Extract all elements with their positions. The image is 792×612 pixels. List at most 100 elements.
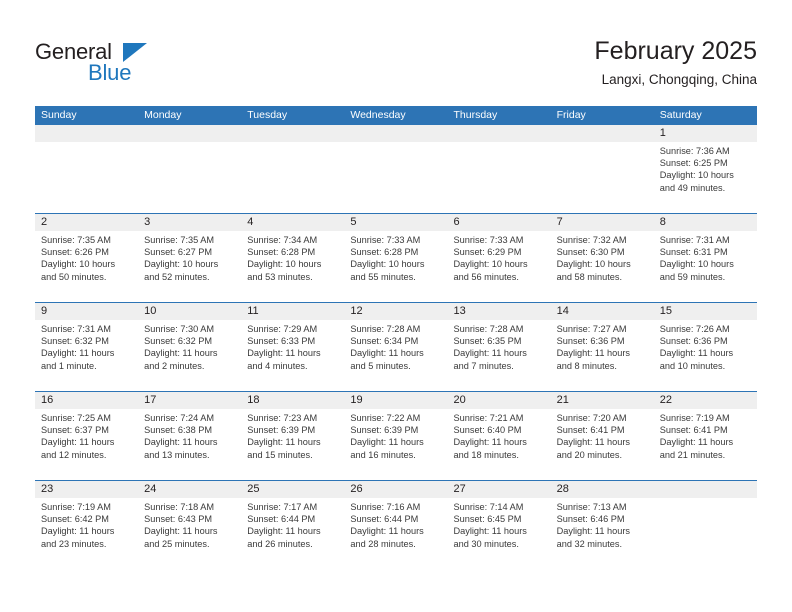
calendar-day-cell[interactable]: 24 Sunrise: 7:18 AM Sunset: 6:43 PM Dayligh…	[138, 481, 242, 569]
weekday-header-sunday: Sunday	[41, 109, 77, 121]
sunrise-text: Sunrise: 7:27 AM	[556, 324, 627, 334]
sunrise-text: Sunrise: 7:23 AM	[247, 413, 318, 423]
calendar-day-cell[interactable]: 19 Sunrise: 7:22 AM Sunset: 6:39 PM Dayligh…	[344, 392, 448, 480]
calendar-day-cell[interactable]: 26 Sunrise: 7:16 AM Sunset: 6:44 PM Dayligh…	[344, 481, 448, 569]
day-number: 27	[447, 481, 551, 498]
sunset-text: Sunset: 6:33 PM	[247, 336, 316, 347]
calendar-day-cell[interactable]: 27 Sunrise: 7:14 AM Sunset: 6:45 PM Dayligh…	[447, 481, 551, 569]
day-details: Sunrise: 7:19 AM Sunset: 6:42 PM Daylight:…	[35, 498, 138, 550]
calendar-week-row: 1 Sunrise: 7:36 AM Sunset: 6:25 PM Daylight…	[35, 125, 757, 213]
title-block: February 2025 Langxi, Chongqing, China	[594, 36, 757, 90]
day-number: 13	[447, 303, 551, 320]
day-number: 12	[344, 303, 448, 320]
sunset-text: Sunset: 6:36 PM	[556, 336, 625, 347]
calendar-day-cell[interactable]: 14 Sunrise: 7:27 AM Sunset: 6:36 PM Dayligh…	[550, 303, 654, 391]
day-number: 8	[653, 214, 757, 231]
page-subtitle: Langxi, Chongqing, China	[601, 72, 757, 87]
calendar-day-cell[interactable]: 3 Sunrise: 7:35 AM Sunset: 6:27 PM Daylight…	[138, 214, 242, 302]
day-details: Sunrise: 7:27 AM Sunset: 6:36 PM Daylight:…	[551, 320, 654, 372]
calendar-day-cell[interactable]: 5 Sunrise: 7:33 AM Sunset: 6:28 PM Daylight…	[344, 214, 448, 302]
day-details: Sunrise: 7:18 AM Sunset: 6:43 PM Daylight:…	[138, 498, 241, 550]
calendar-day-cell[interactable]: 18 Sunrise: 7:23 AM Sunset: 6:39 PM Dayligh…	[241, 392, 345, 480]
calendar-day-cell[interactable]: 12 Sunrise: 7:28 AM Sunset: 6:34 PM Dayligh…	[344, 303, 448, 391]
daylight-text: Daylight: 11 hours and 30 minutes.	[453, 526, 527, 549]
daylight-text: Daylight: 11 hours and 10 minutes.	[659, 348, 734, 371]
calendar-day-cell[interactable]: 2 Sunrise: 7:35 AM Sunset: 6:26 PM Daylight…	[35, 214, 139, 302]
weekday-header-row: Sunday Monday Tuesday Wednesday Thursday…	[35, 106, 757, 125]
sunrise-text: Sunrise: 7:24 AM	[144, 413, 215, 423]
sunrise-text: Sunrise: 7:20 AM	[556, 413, 627, 423]
weekday-header-saturday: Saturday	[659, 109, 702, 121]
calendar-day-cell[interactable]: 25 Sunrise: 7:17 AM Sunset: 6:44 PM Dayligh…	[241, 481, 345, 569]
day-number	[344, 125, 448, 142]
calendar-day-cell[interactable]: 4 Sunrise: 7:34 AM Sunset: 6:28 PM Daylight…	[241, 214, 345, 302]
daylight-text: Daylight: 11 hours and 32 minutes.	[556, 526, 630, 549]
sunrise-text: Sunrise: 7:21 AM	[453, 413, 524, 423]
day-details: Sunrise: 7:13 AM Sunset: 6:46 PM Daylight:…	[551, 498, 654, 550]
day-number: 6	[447, 214, 551, 231]
page-header: General Blue February 2025 Langxi, Chong…	[0, 0, 792, 100]
day-number: 28	[550, 481, 654, 498]
calendar-cell-empty	[35, 125, 139, 213]
sunset-text: Sunset: 6:28 PM	[350, 247, 419, 258]
calendar-day-cell[interactable]: 16 Sunrise: 7:25 AM Sunset: 6:37 PM Dayligh…	[35, 392, 139, 480]
sunrise-text: Sunrise: 7:25 AM	[41, 413, 111, 423]
daylight-text: Daylight: 10 hours and 55 minutes.	[350, 259, 425, 282]
daylight-text: Daylight: 10 hours and 56 minutes.	[453, 259, 528, 282]
day-details: Sunrise: 7:30 AM Sunset: 6:32 PM Daylight:…	[138, 320, 241, 372]
day-details: Sunrise: 7:34 AM Sunset: 6:28 PM Daylight:…	[241, 231, 344, 283]
weekday-header-tuesday: Tuesday	[247, 109, 288, 121]
calendar-day-cell[interactable]: 11 Sunrise: 7:29 AM Sunset: 6:33 PM Dayligh…	[241, 303, 345, 391]
daylight-text: Daylight: 11 hours and 18 minutes.	[453, 437, 527, 460]
daylight-text: Daylight: 11 hours and 4 minutes.	[247, 348, 321, 371]
day-number	[138, 125, 242, 142]
daylight-text: Daylight: 11 hours and 2 minutes.	[144, 348, 218, 371]
calendar-day-cell[interactable]: 17 Sunrise: 7:24 AM Sunset: 6:38 PM Dayligh…	[138, 392, 242, 480]
calendar-day-cell[interactable]: 10 Sunrise: 7:30 AM Sunset: 6:32 PM Dayligh…	[138, 303, 242, 391]
calendar-day-cell[interactable]: 1 Sunrise: 7:36 AM Sunset: 6:25 PM Daylight…	[653, 125, 757, 213]
calendar-day-cell[interactable]: 9 Sunrise: 7:31 AM Sunset: 6:32 PM Daylight…	[35, 303, 139, 391]
sunrise-text: Sunrise: 7:35 AM	[41, 235, 111, 245]
day-details: Sunrise: 7:23 AM Sunset: 6:39 PM Daylight:…	[241, 409, 344, 461]
calendar-day-cell[interactable]: 21 Sunrise: 7:20 AM Sunset: 6:41 PM Dayligh…	[550, 392, 654, 480]
day-number	[447, 125, 551, 142]
sunset-text: Sunset: 6:37 PM	[41, 425, 109, 436]
calendar-day-cell[interactable]: 8 Sunrise: 7:31 AM Sunset: 6:31 PM Daylight…	[653, 214, 757, 302]
sunrise-text: Sunrise: 7:26 AM	[659, 324, 730, 334]
sunset-text: Sunset: 6:42 PM	[41, 514, 109, 525]
sunset-text: Sunset: 6:36 PM	[659, 336, 728, 347]
day-details: Sunrise: 7:14 AM Sunset: 6:45 PM Daylight:…	[448, 498, 551, 550]
day-number: 22	[653, 392, 757, 409]
daylight-text: Daylight: 11 hours and 28 minutes.	[350, 526, 424, 549]
calendar-day-cell[interactable]: 6 Sunrise: 7:33 AM Sunset: 6:29 PM Daylight…	[447, 214, 551, 302]
day-number: 9	[35, 303, 139, 320]
day-number: 25	[241, 481, 345, 498]
calendar-day-cell[interactable]: 22 Sunrise: 7:19 AM Sunset: 6:41 PM Dayligh…	[653, 392, 757, 480]
sunset-text: Sunset: 6:40 PM	[453, 425, 522, 436]
day-number: 5	[344, 214, 448, 231]
day-details: Sunrise: 7:26 AM Sunset: 6:36 PM Daylight:…	[654, 320, 757, 372]
sunset-text: Sunset: 6:41 PM	[556, 425, 625, 436]
calendar-day-cell[interactable]: 20 Sunrise: 7:21 AM Sunset: 6:40 PM Dayligh…	[447, 392, 551, 480]
day-details: Sunrise: 7:33 AM Sunset: 6:28 PM Daylight:…	[344, 231, 447, 283]
day-details: Sunrise: 7:24 AM Sunset: 6:38 PM Daylight:…	[138, 409, 241, 461]
day-number: 3	[138, 214, 242, 231]
calendar-day-cell[interactable]: 7 Sunrise: 7:32 AM Sunset: 6:30 PM Daylight…	[550, 214, 654, 302]
daylight-text: Daylight: 10 hours and 49 minutes.	[659, 170, 734, 193]
weekday-header-thursday: Thursday	[453, 109, 498, 121]
calendar-day-cell[interactable]: 28 Sunrise: 7:13 AM Sunset: 6:46 PM Dayligh…	[550, 481, 654, 569]
day-number: 20	[447, 392, 551, 409]
calendar-cell-empty	[447, 125, 551, 213]
sunrise-text: Sunrise: 7:14 AM	[453, 502, 524, 512]
sunrise-text: Sunrise: 7:28 AM	[350, 324, 421, 334]
day-details: Sunrise: 7:35 AM Sunset: 6:26 PM Daylight:…	[35, 231, 138, 283]
calendar-day-cell[interactable]: 13 Sunrise: 7:28 AM Sunset: 6:35 PM Dayligh…	[447, 303, 551, 391]
daylight-text: Daylight: 11 hours and 20 minutes.	[556, 437, 630, 460]
calendar-day-cell[interactable]: 23 Sunrise: 7:19 AM Sunset: 6:42 PM Dayligh…	[35, 481, 139, 569]
generalblue-logo: General Blue	[35, 39, 165, 85]
sunset-text: Sunset: 6:39 PM	[247, 425, 316, 436]
daylight-text: Daylight: 11 hours and 23 minutes.	[41, 526, 115, 549]
sunrise-text: Sunrise: 7:36 AM	[659, 146, 730, 156]
sunset-text: Sunset: 6:30 PM	[556, 247, 625, 258]
calendar-day-cell[interactable]: 15 Sunrise: 7:26 AM Sunset: 6:36 PM Dayligh…	[653, 303, 757, 391]
